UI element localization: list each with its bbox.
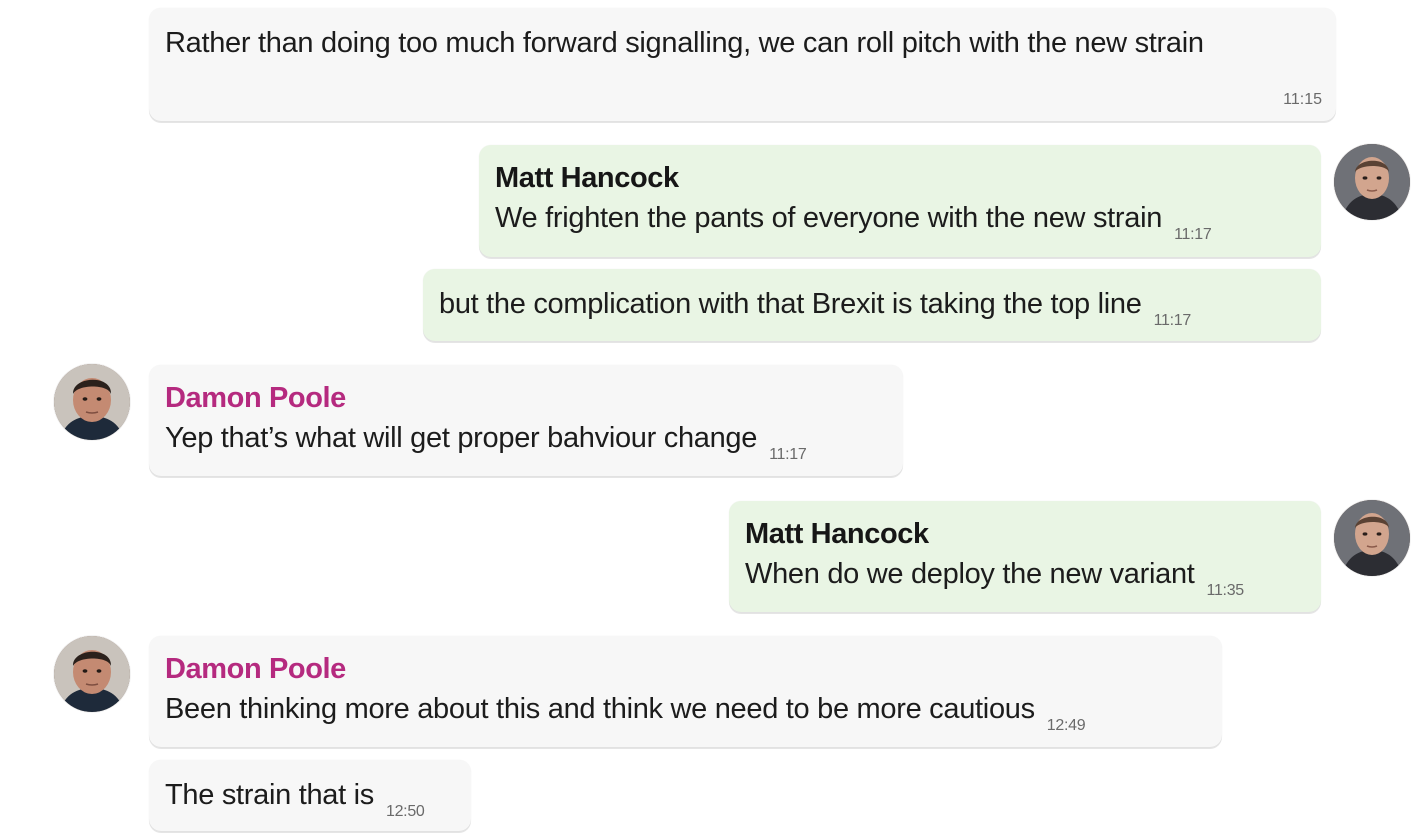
message-timestamp: 12:50 (385, 803, 425, 820)
face-icon (1334, 144, 1410, 220)
message-text: We frighten the pants of everyone with t… (495, 197, 1305, 256)
message-bubble[interactable]: Damon Poole Yep that’s what will get pro… (149, 365, 903, 476)
sender-name: Matt Hancock (745, 518, 929, 550)
message-timestamp: 11:15 (1283, 91, 1322, 108)
message-bubble[interactable]: but the complication with that Brexit is… (423, 269, 1321, 341)
message-timestamp: 11:17 (1153, 312, 1192, 329)
message-bubble[interactable]: Matt Hancock When do we deploy the new v… (729, 501, 1321, 612)
message-bubble[interactable]: Damon Poole Been thinking more about thi… (149, 636, 1222, 747)
message-text: Yep that’s what will get proper bahviour… (165, 417, 887, 476)
message-bubble[interactable]: Rather than doing too much forward signa… (149, 8, 1336, 121)
sender-name: Damon Poole (165, 653, 346, 685)
face-icon (54, 636, 130, 712)
sender-name: Damon Poole (165, 382, 346, 414)
message-timestamp: 12:49 (1046, 717, 1086, 734)
message-bubble[interactable]: The strain that is 12:50 (149, 760, 471, 831)
message-text: When do we deploy the new variant 11:35 (745, 553, 1305, 612)
chat-thread: Rather than doing too much forward signa… (0, 0, 1425, 837)
message-text: Rather than doing too much forward signa… (165, 27, 1204, 59)
sender-name: Matt Hancock (495, 162, 679, 194)
message-bubble[interactable]: Matt Hancock We frighten the pants of ev… (479, 145, 1321, 257)
message-text-body: Been thinking more about this and think … (165, 693, 1035, 725)
matt-hancock-avatar[interactable] (1334, 144, 1410, 220)
message-text-body: The strain that is (165, 779, 374, 811)
message-text: The strain that is 12:50 (165, 774, 455, 833)
message-text-body: Yep that’s what will get proper bahviour… (165, 422, 758, 454)
message-text: but the complication with that Brexit is… (439, 283, 1305, 342)
message-timestamp: 11:17 (1174, 226, 1212, 243)
message-timestamp: 11:35 (1206, 582, 1245, 599)
message-text-body: but the complication with that Brexit is… (439, 288, 1142, 320)
damon-poole-avatar[interactable] (54, 636, 130, 712)
message-timestamp: 11:17 (769, 446, 807, 463)
message-text: Been thinking more about this and think … (165, 688, 1206, 747)
face-icon (54, 364, 130, 440)
matt-hancock-avatar[interactable] (1334, 500, 1410, 576)
face-icon (1334, 500, 1410, 576)
message-text-body: When do we deploy the new variant (745, 558, 1195, 590)
damon-poole-avatar[interactable] (54, 364, 130, 440)
message-text-body: We frighten the pants of everyone with t… (495, 202, 1163, 234)
